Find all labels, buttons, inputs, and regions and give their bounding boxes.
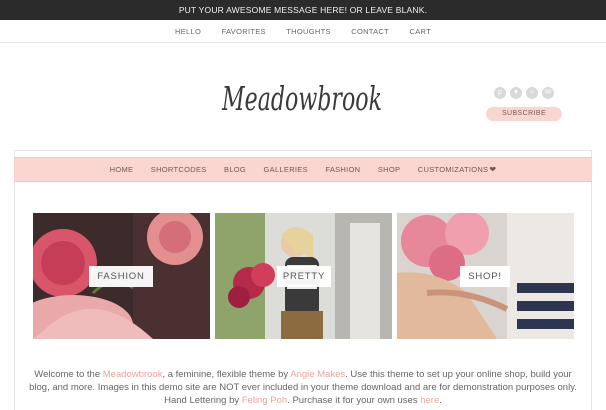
main-nav: HOME SHORTCODES BLOG GALLERIES FASHION S… [14, 157, 592, 182]
welcome-text: , a feminine, flexible theme by [162, 369, 291, 380]
tile-label: PRETTY [277, 266, 331, 287]
main-nav-shop[interactable]: SHOP [378, 158, 400, 182]
main-nav-galleries[interactable]: GALLERIES [264, 158, 308, 182]
logo-text: Meadowbrook [221, 79, 382, 118]
welcome-text: Welcome to the [34, 369, 103, 380]
main-nav-customizations[interactable]: CUSTOMIZATIONS❤ [418, 158, 497, 182]
pinterest-icon[interactable]: p [494, 87, 506, 99]
main-nav-fashion[interactable]: FASHION [325, 158, 360, 182]
top-nav-favorites[interactable]: FAVORITES [222, 20, 266, 43]
rss-icon[interactable]: ≈ [526, 87, 538, 99]
top-nav: HELLO FAVORITES THOUGHTS CONTACT CART [0, 20, 606, 43]
heart-icon: ❤ [489, 165, 497, 174]
mail-icon[interactable]: ✉ [542, 87, 554, 99]
purchase-here-link[interactable]: here [420, 395, 439, 406]
site-logo[interactable]: Meadowbrook [220, 76, 385, 122]
top-nav-contact[interactable]: CONTACT [351, 20, 389, 43]
angie-makes-link[interactable]: Angie Makes [290, 369, 345, 380]
tile-label: FASHION [89, 266, 153, 287]
tile-pretty[interactable]: PRETTY [215, 213, 392, 339]
announcement-text: PUT YOUR AWESOME MESSAGE HERE! OR LEAVE … [178, 5, 428, 15]
subscribe-button[interactable]: SUBSCRIBE [486, 107, 562, 121]
feling-poh-link[interactable]: Feling Poh [242, 395, 287, 406]
announcement-bar: PUT YOUR AWESOME MESSAGE HERE! OR LEAVE … [0, 0, 606, 20]
top-nav-hello[interactable]: HELLO [175, 20, 201, 43]
top-nav-thoughts[interactable]: THOUGHTS [286, 20, 330, 43]
top-nav-cart[interactable]: CART [409, 20, 430, 43]
tile-label: SHOP! [460, 266, 510, 287]
meadowbrook-link[interactable]: Meadowbrook [103, 369, 163, 380]
tile-fashion[interactable]: FASHION [33, 213, 210, 339]
welcome-text: . [439, 395, 442, 406]
main-nav-home[interactable]: HOME [110, 158, 134, 182]
welcome-paragraph: Welcome to the Meadowbrook, a feminine, … [28, 368, 578, 407]
customizations-label: CUSTOMIZATIONS [417, 165, 489, 174]
welcome-text: . Purchase it for your own uses [287, 395, 421, 406]
main-nav-shortcodes[interactable]: SHORTCODES [151, 158, 207, 182]
main-nav-blog[interactable]: BLOG [224, 158, 246, 182]
tile-shop[interactable]: SHOP! [397, 213, 574, 339]
heart-icon[interactable]: ♥ [510, 87, 522, 99]
